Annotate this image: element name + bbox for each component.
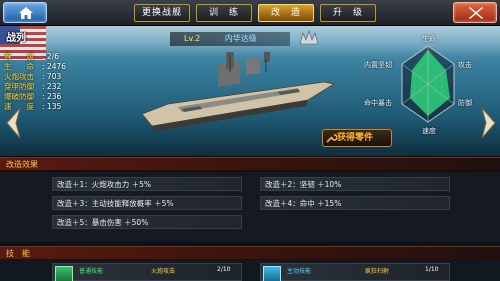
mod-effects-panel: 改造＋1：火炮攻击力 ＋5% 改造＋2：坚韧 ＋10% 改造＋3：主动技能释放概…	[0, 172, 500, 242]
tab-modify[interactable]: 改 造	[258, 4, 314, 22]
mod-item: 改造＋1：火炮攻击力 ＋5%	[52, 177, 242, 191]
stat-row: 火炮攻击: 703	[4, 72, 62, 81]
skill-level: 2/10	[217, 266, 231, 273]
mod-item: 改造＋4：命中 ＋15%	[260, 196, 450, 210]
mod-item: 改造＋5：暴击伤害 ＋50%	[52, 215, 242, 229]
ship-name: 内华达级	[224, 34, 257, 43]
mod-effects-header: 改造效果	[0, 157, 500, 171]
rank-crest-icon	[299, 30, 319, 45]
get-parts-button[interactable]: 获得零件	[322, 129, 392, 147]
ship-type-label: 战列	[6, 33, 26, 44]
radar-label-inner-armor: 内置坚韧	[364, 61, 392, 69]
stat-row: 等 级: 2/6	[4, 52, 59, 61]
skill-card[interactable]: 普通技能 火炮攻击 2/10	[52, 263, 242, 281]
tab-change-ship[interactable]: 更换战舰	[134, 4, 190, 22]
close-button[interactable]	[453, 2, 497, 23]
stat-row: 穿甲防御: 232	[4, 82, 62, 91]
ship-level-bar: Lv.2 内华达级	[170, 32, 290, 46]
radar-label-hit-crit: 命中暴击	[364, 99, 392, 107]
ship-display: 战列 等 级: 2/6 生 命: 2476 火炮攻击: 703 穿甲防御: 23…	[0, 26, 500, 156]
home-button[interactable]	[3, 2, 47, 23]
tab-upgrade[interactable]: 升 级	[320, 4, 376, 22]
skill-name: 疯狂扫射	[365, 268, 390, 275]
battleship-image	[141, 52, 336, 131]
skill-icon	[263, 266, 281, 281]
radar-label-defense: 防御	[458, 99, 472, 107]
mod-item: 改造＋2：坚韧 ＋10%	[260, 177, 450, 191]
radar-label-life: 生命	[422, 35, 436, 43]
tab-training[interactable]: 训 练	[196, 4, 252, 22]
close-icon	[469, 7, 483, 19]
skills-header: 技 能	[0, 246, 500, 260]
skill-level: 1/10	[425, 266, 439, 273]
next-ship-arrow-icon[interactable]	[480, 106, 498, 140]
stat-row: 爆破防御: 236	[4, 92, 62, 101]
skill-card[interactable]: 主动技能 疯狂扫射 1/10	[260, 263, 450, 281]
wrench-icon	[326, 134, 337, 143]
top-bar: 更换战舰 训 练 改 造 升 级	[0, 0, 500, 26]
radar-label-attack: 攻击	[458, 61, 472, 69]
ship-stats: 等 级: 2/6 生 命: 2476 火炮攻击: 703 穿甲防御: 232 爆…	[4, 52, 104, 112]
previous-ship-arrow-icon[interactable]	[4, 106, 22, 140]
radar-label-speed: 速度	[422, 127, 436, 135]
skill-type: 主动技能	[287, 268, 312, 275]
skill-name: 火炮攻击	[151, 268, 176, 275]
home-icon	[19, 7, 33, 19]
skill-icon	[55, 266, 73, 281]
ship-level: Lv.2	[184, 34, 201, 43]
mod-item: 改造＋3：主动技能释放概率 ＋5%	[52, 196, 242, 210]
stat-row: 生 命: 2476	[4, 62, 67, 71]
game-screen: 更换战舰 训 练 改 造 升 级 战列 等 级: 2/6 生 命: 2476 火…	[0, 0, 500, 281]
skills-panel: 普通技能 火炮攻击 2/10 主动技能 疯狂扫射 1/10	[0, 260, 500, 281]
skill-type: 普通技能	[79, 268, 104, 275]
